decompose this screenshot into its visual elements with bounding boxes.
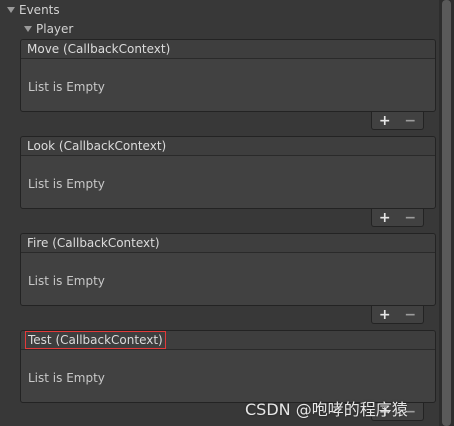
add-button[interactable]: + (376, 307, 394, 323)
scrollbar-thumb[interactable] (442, 0, 451, 426)
player-foldout-label: Player (36, 22, 74, 36)
vertical-scrollbar[interactable] (439, 0, 454, 426)
remove-button[interactable]: − (401, 307, 419, 323)
list-footer: + − (371, 306, 424, 324)
player-foldout[interactable]: Player (24, 20, 73, 38)
list-empty-text: List is Empty (28, 371, 105, 385)
add-button[interactable]: + (376, 210, 394, 226)
event-header: Move (CallbackContext) (21, 40, 435, 59)
add-button[interactable]: + (376, 113, 394, 129)
expand-arrow-icon (24, 26, 32, 32)
event-title: Look (CallbackContext) (27, 139, 167, 153)
remove-button[interactable]: − (401, 113, 419, 129)
event-title-highlighted: Test (CallbackContext) (25, 331, 166, 349)
remove-button[interactable]: − (401, 210, 419, 226)
event-list-move: Move (CallbackContext) List is Empty (20, 39, 436, 112)
watermark: CSDN @咆哮的程序猿 (245, 400, 408, 419)
event-header: Fire (CallbackContext) (21, 234, 435, 253)
event-header: Look (CallbackContext) (21, 137, 435, 156)
list-empty-text: List is Empty (28, 80, 105, 94)
event-list-test: Test (CallbackContext) List is Empty (20, 330, 436, 403)
list-footer: + − (371, 209, 424, 227)
list-footer: + − (371, 112, 424, 130)
events-foldout-label: Events (19, 3, 60, 17)
event-title: Move (CallbackContext) (27, 42, 171, 56)
expand-arrow-icon (7, 7, 15, 13)
events-foldout[interactable]: Events (7, 1, 60, 19)
event-title: Fire (CallbackContext) (27, 236, 160, 250)
event-list-fire: Fire (CallbackContext) List is Empty (20, 233, 436, 306)
list-empty-text: List is Empty (28, 274, 105, 288)
event-list-look: Look (CallbackContext) List is Empty (20, 136, 436, 209)
event-header: Test (CallbackContext) (21, 331, 435, 350)
list-empty-text: List is Empty (28, 177, 105, 191)
